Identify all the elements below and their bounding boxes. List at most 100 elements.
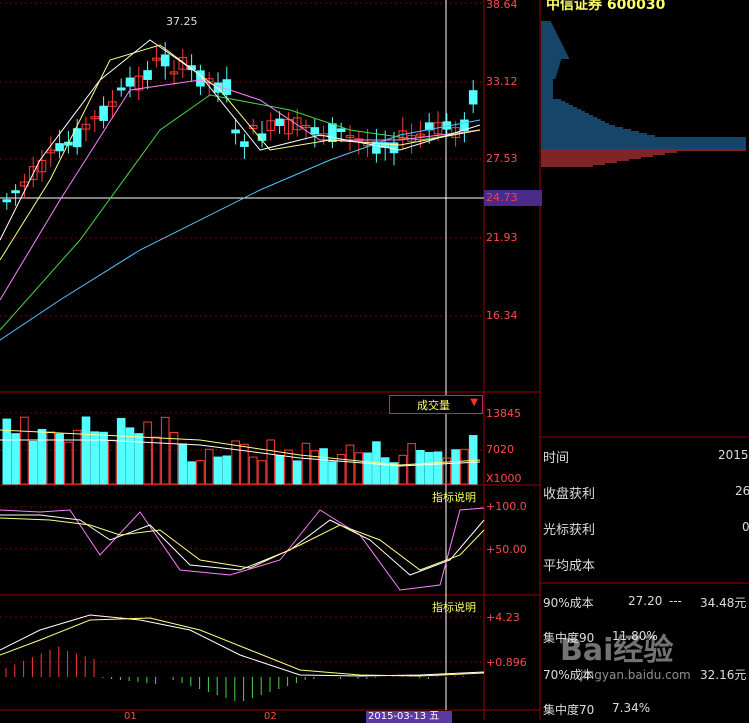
volume-bar xyxy=(143,421,152,485)
volume-bar xyxy=(72,429,82,485)
kdj-tick: +50.00 xyxy=(486,543,527,556)
volume-bar xyxy=(231,440,240,485)
candle-body xyxy=(275,118,284,127)
volume-bar xyxy=(301,442,311,485)
volume-bar xyxy=(55,433,64,485)
volume-bar xyxy=(28,440,38,485)
price-tick: 33.12 xyxy=(486,75,518,88)
volume-bar xyxy=(134,433,144,485)
volume-bar xyxy=(160,416,170,485)
volume-bar xyxy=(2,418,12,485)
volume-bar xyxy=(319,448,328,485)
candle-body xyxy=(143,70,152,80)
side-label-cursor-profit: 光标获利 xyxy=(543,523,596,538)
candle-body xyxy=(55,143,64,152)
volume-bar xyxy=(398,454,408,485)
macd-tick: +4.23 xyxy=(486,611,520,624)
watermark-logo: Bai经验 xyxy=(560,633,674,668)
volume-bar xyxy=(81,416,91,485)
cursor-price-label: 24.73 xyxy=(484,190,542,206)
candle-body xyxy=(116,87,126,91)
volume-bar xyxy=(222,455,232,485)
volume-bar xyxy=(37,428,47,485)
candle-body xyxy=(328,123,337,143)
candle-body xyxy=(468,90,478,105)
candle-body xyxy=(231,129,240,134)
volume-bar xyxy=(345,444,355,485)
candle-body xyxy=(125,77,135,87)
ma-line xyxy=(0,44,481,261)
candle-body xyxy=(222,79,232,95)
conc70-label: 集中度70 xyxy=(543,703,595,717)
volume-bar xyxy=(380,457,390,485)
cost90-low: 27.20 xyxy=(628,594,663,608)
ma-line xyxy=(0,119,481,341)
macd-line xyxy=(0,614,485,677)
stock-title: 中信证券 600030 xyxy=(546,0,666,13)
volume-bar xyxy=(460,448,469,485)
volume-bar xyxy=(169,432,179,485)
indicator-dropdown[interactable]: 成交量 ▼ xyxy=(389,395,483,414)
volume-bar xyxy=(204,448,214,485)
watermark-url: jingyan.baidu.com xyxy=(580,668,691,682)
kdj-help-tag[interactable]: 指标说明 xyxy=(432,489,476,505)
candle-body xyxy=(2,199,12,203)
volume-bar xyxy=(20,416,29,485)
price-tick: 38.64 xyxy=(486,0,518,11)
volume-bar xyxy=(187,461,196,485)
high-price-mark: 37.25 xyxy=(166,15,198,28)
macd-line xyxy=(0,617,485,677)
candle-body xyxy=(99,105,108,121)
volume-bar xyxy=(64,441,73,485)
volume-bar xyxy=(416,449,425,485)
volume-unit: X1000 xyxy=(486,472,522,485)
volume-bar xyxy=(292,460,302,485)
side-value-cursor-profit: 0 xyxy=(742,520,749,534)
ma-line xyxy=(0,79,481,301)
side-value-time: 2015 xyxy=(718,448,749,462)
cost90-label: 90%成本 xyxy=(543,596,594,610)
volume-bar xyxy=(178,443,188,485)
volume-bar xyxy=(116,417,126,485)
cost90-sep: --- xyxy=(669,594,682,608)
price-tick: 27.53 xyxy=(486,152,518,165)
candle-body xyxy=(11,190,20,194)
price-tick: 16.34 xyxy=(486,309,518,322)
volume-tick: 7020 xyxy=(486,443,514,456)
volume-bar xyxy=(213,456,223,485)
candlestick-chart[interactable] xyxy=(0,0,749,720)
volume-tick: 13845 xyxy=(486,407,521,420)
volume-bar xyxy=(257,460,267,485)
volume-bar xyxy=(328,461,337,485)
volume-bar xyxy=(451,449,460,485)
volume-bar xyxy=(433,451,443,485)
cursor-date-label: 2015-03-13 五 xyxy=(366,711,452,723)
volume-bar xyxy=(152,436,161,485)
volume-bar xyxy=(363,452,372,485)
kdj-line xyxy=(0,514,485,576)
candle-body xyxy=(310,127,320,135)
indicator-label: 成交量 xyxy=(417,399,450,412)
cost70-high: 32.16元 xyxy=(700,668,747,682)
month-label: 02 xyxy=(264,711,277,722)
macd-help-tag[interactable]: 指标说明 xyxy=(432,599,476,615)
volume-bar xyxy=(108,439,117,485)
kdj-line xyxy=(0,517,485,571)
side-label-time: 时间 xyxy=(543,451,570,466)
macd-tick: +0.896 xyxy=(486,656,527,669)
candle-body xyxy=(240,141,249,147)
volume-bar xyxy=(266,439,276,485)
side-value-close-profit: 26 xyxy=(735,484,749,498)
volume-bar xyxy=(196,460,205,485)
volume-bar xyxy=(284,449,293,485)
volume-bar xyxy=(354,452,364,485)
conc70-value: 7.34% xyxy=(612,701,651,715)
candle-body xyxy=(336,128,346,132)
side-label-avg-cost: 平均成本 xyxy=(543,559,596,574)
volume-bar xyxy=(248,456,258,485)
kdj-tick: +100.0 xyxy=(486,500,527,513)
price-tick: 21.93 xyxy=(486,231,518,244)
month-label: 01 xyxy=(124,711,137,722)
candle-body xyxy=(160,54,170,67)
volume-bar xyxy=(275,455,284,485)
